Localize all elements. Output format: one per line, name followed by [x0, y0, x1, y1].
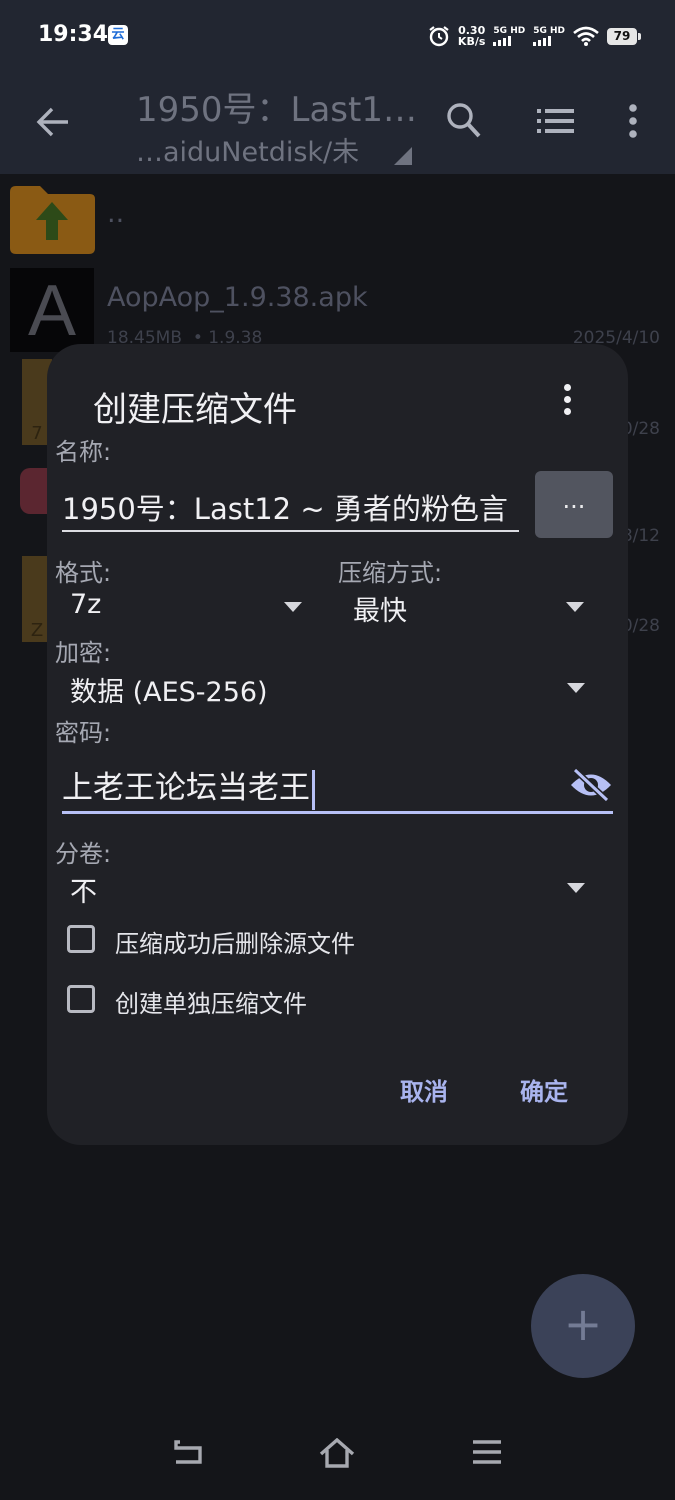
password-text: 上老王论坛当老王 [62, 770, 310, 806]
status-bar: 19:34 云 0.30 KB/s 5G HD 5G HD 79 [0, 0, 675, 70]
apk-icon: A [10, 268, 94, 352]
name-field[interactable]: 1950号：Last12 ~ 勇者的粉色言 [62, 482, 519, 532]
delete-source-label: 压缩成功后删除源文件 [115, 930, 355, 958]
format-value: 7z [70, 589, 102, 620]
file-name: AopAop_1.9.38.apk [107, 282, 368, 313]
cloud-app-icon: 云 [108, 25, 128, 45]
create-archive-dialog: 创建压缩文件 名称: 1950号：Last12 ~ 勇者的粉色言 ... 格式:… [47, 344, 628, 1145]
password-value: 上老王论坛当老王 [62, 762, 315, 810]
back-arrow-icon[interactable] [36, 106, 70, 138]
signal-bars-icon [493, 36, 525, 46]
split-dropdown[interactable]: 不 [55, 865, 598, 913]
encrypt-dropdown[interactable]: 数据 (AES-256) [55, 665, 598, 713]
format-label: 格式: [55, 559, 112, 587]
password-label: 密码: [55, 719, 112, 747]
split-value: 不 [70, 877, 97, 908]
chevron-down-icon [567, 883, 585, 893]
system-nav-bar [0, 1420, 675, 1500]
dialog-more-icon[interactable] [564, 384, 572, 420]
path-dropdown-icon[interactable] [394, 147, 412, 165]
home-nav-icon[interactable] [319, 1438, 355, 1468]
separate-archive-label: 创建单独压缩文件 [115, 990, 307, 1018]
add-fab-button[interactable]: + [531, 1274, 635, 1378]
more-vert-icon[interactable] [627, 104, 639, 138]
delete-source-option[interactable]: 压缩成功后删除源文件 [67, 922, 487, 958]
menu-nav-icon[interactable] [472, 1438, 502, 1466]
wifi-icon [573, 26, 599, 46]
file-name: .. [107, 198, 125, 229]
separate-archive-checkbox[interactable] [67, 985, 95, 1013]
name-field-underline [62, 530, 519, 532]
net-speed-unit: KB/s [457, 35, 486, 48]
method-dropdown[interactable]: 最快 [338, 584, 598, 632]
list-view-icon[interactable] [537, 108, 574, 134]
password-field[interactable]: 上老王论坛当老王 [62, 758, 562, 810]
name-field-value: 1950号：Last12 ~ 勇者的粉色言 [62, 492, 508, 526]
split-label: 分卷: [55, 840, 112, 868]
chevron-down-icon [284, 602, 302, 612]
method-value: 最快 [353, 596, 407, 627]
signal-bars-icon [533, 36, 565, 46]
signal-1-label: 5G HD [493, 26, 526, 36]
dialog-title: 创建压缩文件 [93, 390, 297, 430]
net-speed: 0.30 KB/s [458, 25, 485, 47]
cancel-button[interactable]: 取消 [400, 1072, 448, 1107]
signal-2: 5G HD [533, 26, 565, 46]
visibility-off-icon[interactable] [569, 768, 613, 802]
anime-thumbnail-icon [20, 468, 50, 514]
name-label: 名称: [55, 438, 112, 466]
list-item[interactable]: A AopAop_1.9.38.apk 18.45MB • 1.9.38 202… [0, 262, 675, 352]
folder-title: 1950号：Last1… [136, 90, 417, 130]
search-icon[interactable] [446, 102, 482, 140]
battery-icon: 79 [607, 27, 641, 45]
folder-up-icon [10, 186, 95, 254]
chevron-down-icon [566, 602, 584, 612]
chevron-down-icon [567, 683, 585, 693]
app-bar: 1950号：Last1… …aiduNetdisk/未 [0, 70, 675, 174]
method-label: 压缩方式: [338, 559, 443, 587]
status-indicators: 0.30 KB/s 5G HD 5G HD 79 [428, 22, 641, 50]
text-cursor [312, 769, 315, 810]
folder-path[interactable]: …aiduNetdisk/未 [136, 130, 359, 169]
list-item[interactable]: .. [0, 174, 675, 262]
encrypt-value: 数据 (AES-256) [70, 677, 268, 708]
format-dropdown[interactable]: 7z [55, 584, 305, 632]
password-underline [62, 811, 613, 814]
alarm-icon [429, 26, 449, 47]
back-nav-icon[interactable] [172, 1438, 204, 1466]
browse-button[interactable]: ... [535, 471, 613, 538]
ok-button[interactable]: 确定 [520, 1072, 568, 1107]
signal-1: 5G HD [493, 26, 525, 46]
encrypt-label: 加密: [55, 639, 112, 667]
status-time: 19:34 [38, 22, 109, 47]
separate-archive-option[interactable]: 创建单独压缩文件 [67, 982, 487, 1018]
signal-2-label: 5G HD [533, 26, 565, 36]
delete-source-checkbox[interactable] [67, 925, 95, 953]
